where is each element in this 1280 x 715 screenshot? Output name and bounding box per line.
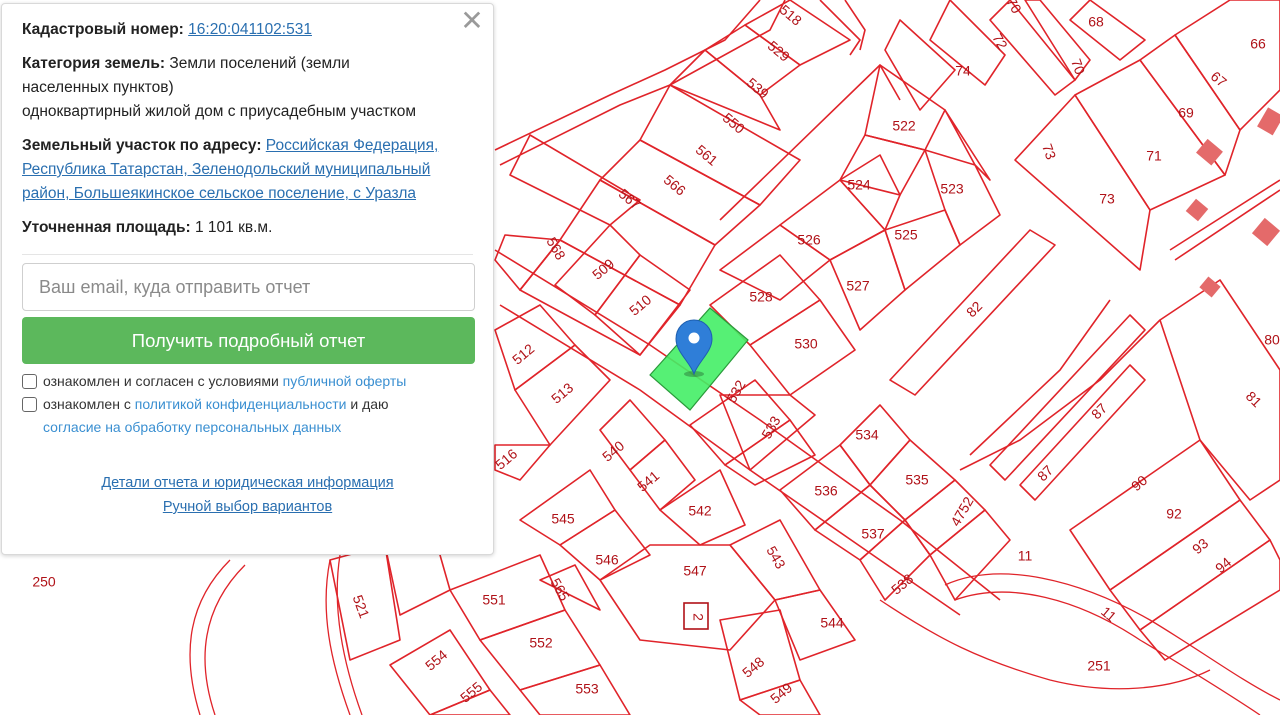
- address-row: Земельный участок по адресу: Российская …: [22, 134, 473, 206]
- parcel-label-552: 552: [529, 635, 553, 651]
- parcel-label-512: 512: [509, 340, 537, 367]
- land-use-value: одноквартирный жилой дом с приусадебным …: [22, 103, 416, 120]
- parcel-label-250: 250: [32, 574, 56, 590]
- parcel-label-69: 69: [1178, 105, 1194, 121]
- privacy-consent: ознакомлен с политикой конфиденциальност…: [22, 393, 473, 439]
- land-category-value-2: населенных пунктов): [22, 79, 174, 96]
- parcel-label-521: 521: [350, 593, 373, 621]
- offer-consent: ознакомлен и согласен с условиями публич…: [22, 370, 473, 393]
- building-marks: [1185, 107, 1280, 298]
- panel-footer: Детали отчета и юридическая информация Р…: [22, 471, 473, 519]
- land-category-row: Категория земель: Земли поселений (земли…: [22, 52, 473, 124]
- parcel-label-550: 550: [720, 109, 748, 136]
- close-icon[interactable]: ✕: [459, 7, 485, 35]
- privacy-consent-text-a: ознакомлен с: [43, 396, 131, 412]
- parcel-label-66: 66: [1250, 36, 1266, 52]
- parcel-label-544: 544: [820, 615, 844, 631]
- parcel-label-551: 551: [482, 592, 506, 608]
- get-report-button[interactable]: Получить подробный отчет: [22, 317, 475, 364]
- cadastral-number-label: Кадастровый номер:: [22, 21, 184, 38]
- parcel-label-536: 536: [814, 483, 838, 499]
- parcel-label-523: 523: [940, 181, 964, 197]
- parcel-label-90: 90: [1128, 472, 1150, 494]
- parcel-label-4752: 4752: [947, 494, 977, 529]
- address-label: Земельный участок по адресу:: [22, 137, 262, 154]
- parcel-label-94: 94: [1212, 554, 1234, 576]
- parcel-label-528: 528: [749, 289, 773, 305]
- parcel-label-509: 509: [589, 255, 617, 282]
- offer-consent-checkbox[interactable]: [22, 374, 37, 389]
- parcel-label-80: 80: [1264, 332, 1280, 348]
- email-input[interactable]: [22, 263, 475, 311]
- parcel-label-82: 82: [963, 298, 985, 320]
- parcel-label-74: 74: [955, 63, 971, 79]
- parcel-label-73: 73: [1099, 191, 1115, 207]
- parcel-label-92: 92: [1166, 506, 1182, 522]
- parcel-label-11: 11: [1018, 548, 1033, 564]
- area-row: Уточненная площадь: 1 101 кв.м.: [22, 216, 473, 240]
- data-processing-consent-link[interactable]: согласие на обработку персональных данны…: [43, 419, 341, 435]
- parcel-label-68: 68: [1088, 14, 1104, 30]
- parcel-label-513: 513: [548, 379, 576, 406]
- parcel-label-527: 527: [846, 278, 870, 294]
- parcel-label-541: 541: [634, 467, 662, 494]
- divider: [22, 254, 473, 255]
- cadastral-number-link[interactable]: 16:20:041102:531: [188, 21, 312, 38]
- parcel-label-251: 251: [1087, 658, 1111, 674]
- area-value: 1 101 кв.м.: [195, 219, 273, 236]
- manual-selection-link[interactable]: Ручной выбор вариантов: [163, 499, 332, 515]
- parcel-label-93: 93: [1189, 535, 1211, 557]
- parcel-label-522: 522: [892, 118, 916, 134]
- parcel-label-11: 11: [1098, 603, 1120, 625]
- parcel-label-546: 546: [595, 552, 619, 568]
- plot-info-panel: ✕ Кадастровый номер: 16:20:041102:531 Ка…: [1, 3, 494, 555]
- parcel-label-81: 81: [1243, 388, 1265, 410]
- offer-consent-text: ознакомлен и согласен с условиями: [43, 373, 279, 389]
- parcel-label-533: 533: [758, 413, 784, 441]
- parcel-label-561: 561: [693, 141, 721, 168]
- parcel-label-545: 545: [551, 511, 575, 527]
- land-category-value-1: Земли поселений (земли: [169, 55, 350, 72]
- parcel-label-532: 532: [723, 377, 749, 405]
- privacy-consent-text-b: и даю: [350, 396, 389, 412]
- parcel-label-567: 567: [616, 185, 644, 212]
- parcel-label-510: 510: [626, 291, 654, 318]
- parcel-label-553: 553: [575, 681, 599, 697]
- parcel-label-72: 72: [989, 31, 1011, 53]
- parcel-label-87: 87: [1088, 400, 1110, 422]
- parcel-label-525: 525: [894, 227, 918, 243]
- public-offer-link[interactable]: публичной оферты: [283, 373, 407, 389]
- parcel-label-548: 548: [739, 653, 767, 680]
- land-category-label: Категория земель:: [22, 55, 166, 72]
- parcel-label-530: 530: [794, 336, 818, 352]
- parcel-label-516: 516: [492, 445, 520, 472]
- parcel-label-542: 542: [688, 503, 712, 519]
- parcel-label-524: 524: [847, 177, 871, 193]
- parcel-label-539: 539: [744, 74, 772, 101]
- parcel-label-543: 543: [763, 543, 789, 571]
- parcel-label-554: 554: [422, 646, 450, 673]
- privacy-consent-checkbox[interactable]: [22, 397, 37, 412]
- report-details-link[interactable]: Детали отчета и юридическая информация: [101, 475, 393, 491]
- parcel-label-534: 534: [855, 427, 879, 443]
- parcel-label-71: 71: [1146, 148, 1162, 164]
- parcel-label-566: 566: [661, 171, 689, 198]
- parcel-label-547: 547: [683, 563, 707, 579]
- parcel-label-535: 535: [905, 472, 929, 488]
- parcel-label-2: 2: [690, 613, 706, 621]
- parcel-label-537: 537: [861, 526, 885, 542]
- privacy-policy-link[interactable]: политикой конфиденциальности: [135, 396, 347, 412]
- cadastral-number-row: Кадастровый номер: 16:20:041102:531: [22, 18, 473, 42]
- parcel-label-73: 73: [1039, 142, 1059, 162]
- area-label: Уточненная площадь:: [22, 219, 191, 236]
- parcel-label-526: 526: [797, 232, 821, 248]
